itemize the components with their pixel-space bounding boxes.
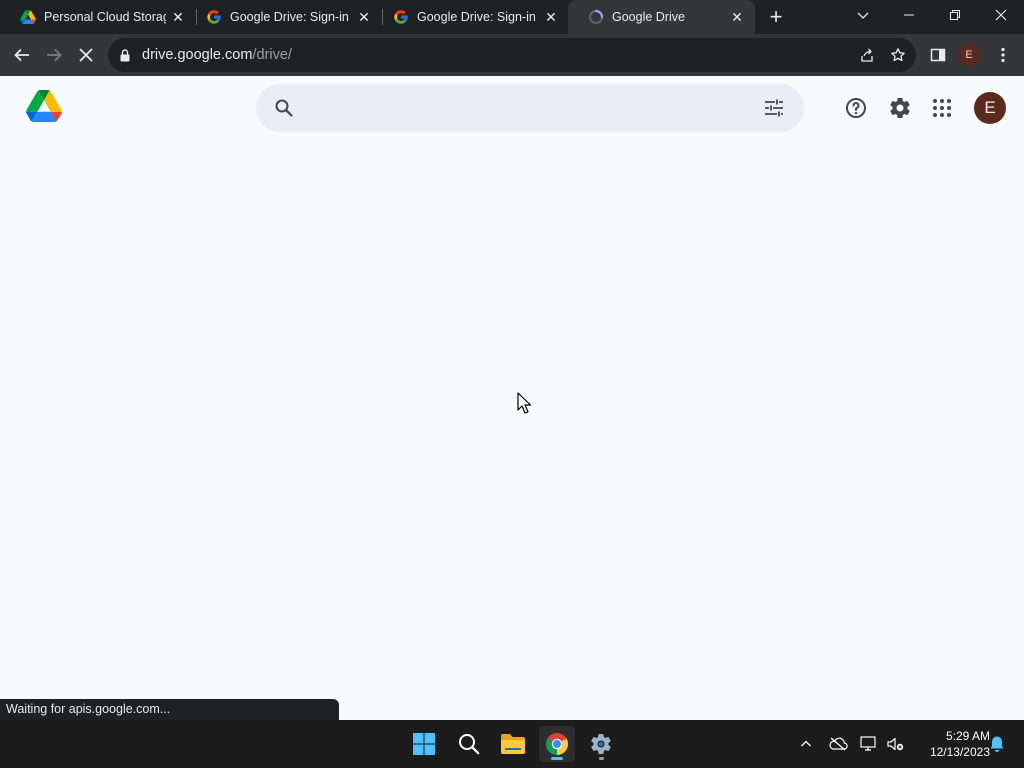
more-menu-icon[interactable]	[989, 41, 1017, 69]
tab-close-icon[interactable]: ✕	[170, 9, 186, 25]
drive-page: E	[0, 76, 1024, 720]
system-clock[interactable]: 5:29 AM 12/13/2023	[912, 728, 990, 760]
tab-personal-cloud-storage[interactable]: Personal Cloud Storage ✕	[0, 0, 196, 34]
google-g-icon	[393, 9, 409, 25]
url-text[interactable]: drive.google.com/drive/	[142, 47, 292, 63]
running-indicator	[551, 757, 563, 760]
stop-loading-icon[interactable]	[72, 41, 100, 69]
minimize-window-icon[interactable]	[886, 0, 932, 30]
tab-search-chevron-icon[interactable]	[840, 0, 886, 30]
new-tab-button[interactable]: +	[764, 5, 788, 29]
notifications-bell-icon[interactable]	[985, 732, 1009, 756]
drive-search-bar[interactable]	[256, 84, 804, 132]
search-filters-icon[interactable]	[762, 96, 786, 120]
settings-app-icon[interactable]	[583, 726, 619, 762]
profile-avatar[interactable]: E	[958, 44, 980, 66]
tab-close-icon[interactable]: ✕	[543, 9, 559, 25]
help-icon[interactable]	[844, 96, 868, 120]
windows-start-icon[interactable]	[406, 726, 442, 762]
tab-title: Personal Cloud Storage	[44, 10, 166, 24]
onedrive-offline-icon[interactable]	[826, 732, 850, 756]
google-apps-grid-icon[interactable]	[930, 96, 954, 120]
address-bar[interactable]: drive.google.com/drive/	[108, 38, 916, 72]
tab-google-drive-sign-in-1[interactable]: Google Drive: Sign-in ✕	[186, 0, 382, 34]
google-drive-logo-icon[interactable]	[26, 90, 62, 124]
back-arrow-icon[interactable]	[8, 41, 36, 69]
lock-icon[interactable]	[120, 48, 134, 62]
clock-time: 5:29 AM	[945, 729, 990, 743]
show-hidden-icons-chevron-icon[interactable]	[794, 732, 818, 756]
chrome-taskbar-icon[interactable]	[539, 726, 575, 762]
browser-tab-strip: Personal Cloud Storage ✕ Google Drive: S…	[0, 0, 1024, 34]
share-icon[interactable]	[854, 42, 880, 68]
network-icon[interactable]	[857, 732, 881, 756]
tab-close-icon[interactable]: ✕	[729, 9, 745, 25]
settings-gear-icon[interactable]	[888, 96, 912, 120]
loading-spinner-icon	[588, 9, 604, 25]
tab-title: Google Drive: Sign-in	[230, 10, 349, 24]
account-avatar[interactable]: E	[974, 92, 1006, 124]
side-panel-icon[interactable]	[924, 41, 952, 69]
tab-google-drive-sign-in-2[interactable]: Google Drive: Sign-in ✕	[373, 0, 569, 34]
google-g-icon	[206, 9, 222, 25]
tab-google-drive[interactable]: Google Drive ✕	[568, 0, 755, 34]
close-window-icon[interactable]	[978, 0, 1024, 30]
status-bubble: Waiting for apis.google.com...	[0, 699, 339, 720]
screen: Personal Cloud Storage ✕ Google Drive: S…	[0, 0, 1024, 768]
mouse-pointer-icon	[517, 392, 532, 414]
search-icon[interactable]	[272, 96, 296, 120]
tab-title: Google Drive	[612, 10, 685, 24]
tab-title: Google Drive: Sign-in	[417, 10, 536, 24]
running-indicator	[599, 757, 604, 760]
tab-close-icon[interactable]: ✕	[356, 9, 372, 25]
file-explorer-icon[interactable]	[495, 726, 531, 762]
url-path: /drive/	[252, 47, 292, 63]
url-host: drive.google.com	[142, 47, 253, 63]
google-drive-icon	[20, 9, 36, 25]
windows-taskbar: 5:29 AM 12/13/2023	[0, 720, 1024, 768]
search-input[interactable]	[312, 94, 746, 124]
clock-date: 12/13/2023	[929, 745, 990, 759]
bookmark-star-icon[interactable]	[885, 42, 911, 68]
browser-toolbar: drive.google.com/drive/ E	[0, 34, 1024, 76]
forward-arrow-icon[interactable]	[40, 41, 68, 69]
taskbar-search-icon[interactable]	[451, 726, 487, 762]
volume-muted-icon[interactable]	[883, 732, 907, 756]
restore-window-icon[interactable]	[932, 0, 978, 30]
